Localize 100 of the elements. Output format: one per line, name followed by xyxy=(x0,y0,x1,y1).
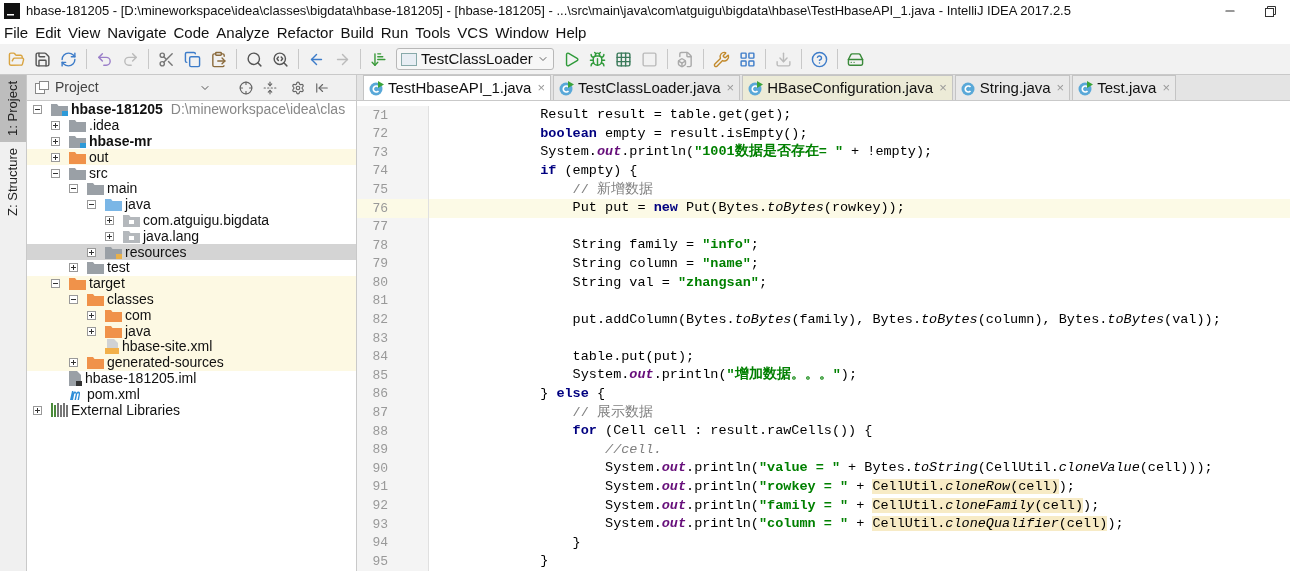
sync-icon[interactable] xyxy=(60,50,77,68)
tree-item[interactable]: out xyxy=(27,149,356,166)
tree-item-label: main xyxy=(107,179,138,198)
code-line: } else { xyxy=(539,385,606,404)
collapse-icon[interactable] xyxy=(51,168,60,178)
tree-item[interactable]: hbase-mr xyxy=(27,133,356,150)
tree-item[interactable]: java xyxy=(27,323,356,339)
tool-window-tab[interactable]: Z: Structure xyxy=(0,141,26,222)
run-configuration-dropdown[interactable]: TestClassLoader xyxy=(396,48,554,70)
expand-icon[interactable] xyxy=(87,310,96,320)
tree-item[interactable]: src xyxy=(27,165,356,181)
editor-tab[interactable]: String.java × xyxy=(954,75,1071,100)
editor-tab[interactable]: TestClassLoader.java × xyxy=(553,75,741,100)
tree-item[interactable]: External Libraries xyxy=(27,402,356,418)
collapse-icon[interactable] xyxy=(69,294,78,304)
expand-icon[interactable] xyxy=(105,231,114,241)
menu-item[interactable]: Navigate xyxy=(107,21,167,45)
menu-item[interactable]: Code xyxy=(173,21,210,45)
menu-item[interactable]: Build xyxy=(340,21,374,45)
expand-icon[interactable] xyxy=(87,247,96,257)
wrench-icon[interactable] xyxy=(712,50,730,68)
folder-icon xyxy=(87,182,104,196)
editor-tab[interactable]: HBaseConfiguration.java × xyxy=(742,75,953,100)
tree-item[interactable]: hbase-181205.iml xyxy=(27,370,356,387)
tree-item[interactable]: target xyxy=(27,275,356,292)
copy-icon[interactable] xyxy=(184,50,201,68)
line-number: 93 xyxy=(372,515,388,534)
cut-icon[interactable] xyxy=(158,50,175,68)
tree-item[interactable]: test xyxy=(27,259,356,276)
menu-item[interactable]: Tools xyxy=(415,21,451,45)
expand-icon[interactable] xyxy=(51,152,60,162)
tree-item[interactable]: .idea xyxy=(27,117,356,134)
code-line: Result result = table.get(get); xyxy=(539,106,792,125)
code-line: //cell. xyxy=(604,440,662,459)
tree-item[interactable]: hbase-181205 D:\mineworkspace\idea\clas xyxy=(27,102,356,118)
line-number: 78 xyxy=(372,236,388,255)
tree-item[interactable]: java.lang xyxy=(27,228,356,245)
expand-icon[interactable] xyxy=(69,358,78,368)
database-icon[interactable] xyxy=(846,50,864,68)
locate-icon[interactable] xyxy=(238,80,253,95)
expand-icon[interactable] xyxy=(33,405,42,415)
restore-icon[interactable] xyxy=(1265,5,1276,17)
line-number: 71 xyxy=(372,106,388,125)
tree-item-label: External Libraries xyxy=(71,401,180,420)
runnable-class-icon xyxy=(748,80,764,96)
line-number: 73 xyxy=(372,143,388,162)
collapse-icon[interactable] xyxy=(51,279,60,289)
line-number: 80 xyxy=(372,273,388,292)
line-number: 94 xyxy=(372,534,388,553)
tree-item[interactable]: main xyxy=(27,181,356,197)
help-icon[interactable] xyxy=(810,50,828,68)
collapse-icon[interactable] xyxy=(87,200,96,210)
tool-window-tab[interactable]: 1: Project xyxy=(0,75,26,142)
menu-item[interactable]: VCS xyxy=(457,21,489,45)
coverage-icon[interactable] xyxy=(614,50,632,68)
undo-icon[interactable] xyxy=(96,50,113,68)
hide-icon[interactable] xyxy=(314,80,329,95)
tree-item-label: hbase-181205 xyxy=(71,101,163,119)
code-line: // 展示数据 xyxy=(571,403,653,422)
expand-icon[interactable] xyxy=(87,326,96,336)
menu-item[interactable]: Help xyxy=(555,21,587,45)
tree-item[interactable]: resources xyxy=(27,244,356,260)
tree-item[interactable]: java xyxy=(27,196,356,213)
tree-item-label: java.lang xyxy=(143,227,200,246)
paste-icon[interactable] xyxy=(210,50,227,68)
menu-item[interactable]: Run xyxy=(380,21,409,45)
save-icon[interactable] xyxy=(34,50,51,68)
expand-icon[interactable] xyxy=(69,263,78,273)
structure-icon[interactable] xyxy=(738,50,756,68)
collapse-icon[interactable] xyxy=(69,184,78,194)
libraries-icon xyxy=(51,403,68,418)
expand-icon[interactable] xyxy=(51,121,60,131)
collapse-all-icon[interactable] xyxy=(262,80,277,95)
xml-file-icon xyxy=(105,339,119,355)
code-line: // 新增数据 xyxy=(571,180,653,199)
project-icon xyxy=(35,81,49,94)
line-number: 88 xyxy=(372,422,388,441)
runnable-class-icon xyxy=(559,80,574,96)
expand-icon[interactable] xyxy=(105,215,114,225)
menu-item[interactable]: Edit xyxy=(35,21,62,45)
tree-item[interactable]: com.atguigu.bigdata xyxy=(27,212,356,229)
tree-item[interactable]: com xyxy=(27,307,356,324)
debug-icon[interactable] xyxy=(588,50,606,68)
settings-icon[interactable] xyxy=(290,80,305,95)
menu-item[interactable]: View xyxy=(68,21,101,45)
menu-item[interactable]: File xyxy=(4,21,29,45)
expand-icon[interactable] xyxy=(51,137,60,146)
menu-item[interactable]: Refactor xyxy=(276,21,334,45)
search-icon[interactable] xyxy=(246,50,263,68)
editor-tab[interactable]: TestHbaseAPI_1.java × xyxy=(363,75,551,100)
tree-item-label: com.atguigu.bigdata xyxy=(143,212,270,230)
line-number: 92 xyxy=(372,497,388,515)
tree-item[interactable]: pom.xml xyxy=(27,386,356,403)
editor-tab[interactable]: Test.java × xyxy=(1072,75,1176,100)
code-line: for (Cell cell : result.rawCells()) { xyxy=(571,422,873,441)
menu-item[interactable]: Window xyxy=(495,21,549,45)
build-icon[interactable] xyxy=(370,50,387,68)
menu-item[interactable]: Analyze xyxy=(216,21,270,45)
collapse-icon[interactable] xyxy=(33,105,42,115)
resources-icon xyxy=(105,245,122,259)
